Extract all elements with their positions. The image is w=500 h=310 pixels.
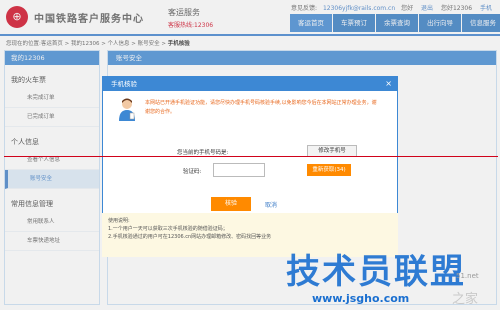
verification-code-input[interactable] (213, 163, 265, 177)
notice-text: 本网站已开通手机验证功能，请您尽快办理手机号码核验手续,以免影响您今后在本网站正… (145, 100, 377, 115)
watermark-text: 技术员联盟 (286, 252, 466, 292)
code-row: 验证码: 重新获取(34) (103, 163, 399, 177)
dialog-title: 手机核验 (103, 77, 397, 91)
verify-button[interactable]: 核验 (211, 197, 251, 211)
watermark-corner-text: 51.net (456, 272, 479, 280)
cancel-link[interactable]: 取消 (265, 200, 277, 209)
code-label: 验证码: (183, 169, 202, 175)
help-line: 1.一个用户一天可以获取三次手机核验的随借验证码； (108, 226, 228, 232)
operator-avatar-icon (119, 98, 135, 121)
annotation-red-line (4, 156, 498, 157)
notice-box: 本网站已开通手机验证功能，请您尽快办理手机号码核验手续,以免影响您今后在本网站正… (117, 97, 387, 123)
resend-code-button[interactable]: 重新获取(34) (307, 164, 351, 176)
watermark-url: www.jsgho.com (312, 292, 410, 305)
phone-label: 您当前的手机号码是: (177, 150, 229, 156)
watermark-corner-logo: 之家 (452, 292, 479, 307)
help-line: 2.手机核验通过的用户可在12306.cn网站办理邮箱修改、密码找回等业务 (108, 234, 272, 240)
close-icon[interactable]: × (385, 79, 392, 89)
help-title: 使用说明: (108, 218, 130, 224)
